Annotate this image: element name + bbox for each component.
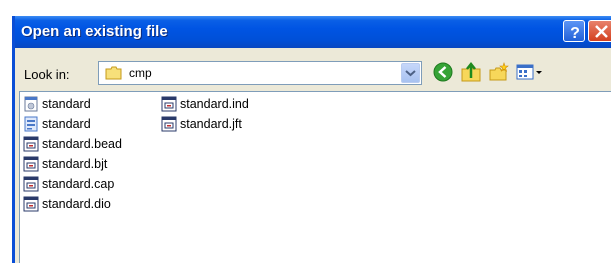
list-item[interactable]: standard <box>23 114 91 134</box>
file-list[interactable]: standard standard standard.bead standard… <box>19 91 611 263</box>
open-file-dialog: Open an existing file ? Look in: cmp sta… <box>12 16 611 263</box>
file-name: standard <box>42 97 91 111</box>
component-file-icon <box>23 136 39 152</box>
question-mark-icon: ? <box>570 25 580 42</box>
back-icon[interactable] <box>432 61 454 83</box>
file-name: standard.bead <box>42 137 122 151</box>
file-name: standard.dio <box>42 197 111 211</box>
file-name: standard.jft <box>180 117 242 131</box>
component-file-icon <box>161 96 177 112</box>
look-in-label: Look in: <box>24 67 70 82</box>
look-in-dropdown[interactable]: cmp <box>98 61 422 85</box>
views-menu-icon[interactable] <box>515 61 545 83</box>
folder-icon <box>105 66 122 80</box>
dropdown-arrow-button[interactable] <box>401 63 420 83</box>
list-item[interactable]: standard.bjt <box>23 154 107 174</box>
look-in-value: cmp <box>129 66 152 80</box>
up-folder-icon[interactable] <box>460 61 482 83</box>
chevron-down-icon <box>405 70 416 77</box>
component-file-icon <box>23 156 39 172</box>
file-name: standard <box>42 117 91 131</box>
new-folder-icon[interactable] <box>488 61 510 83</box>
title-bar[interactable]: Open an existing file ? <box>15 16 611 48</box>
file-name: standard.bjt <box>42 157 108 171</box>
component-file-icon <box>23 176 39 192</box>
list-item[interactable]: standard.dio <box>23 194 111 214</box>
reference-document-icon <box>24 116 38 132</box>
list-item[interactable]: standard <box>23 94 91 114</box>
close-button[interactable] <box>588 20 611 42</box>
help-button[interactable]: ? <box>563 20 585 42</box>
list-item[interactable]: standard.jft <box>161 114 242 134</box>
close-icon <box>595 25 608 38</box>
drawing-document-icon <box>24 96 38 112</box>
component-file-icon <box>23 196 39 212</box>
svg-text:?: ? <box>570 25 580 42</box>
file-name: standard.ind <box>180 97 249 111</box>
list-item[interactable]: standard.ind <box>161 94 249 114</box>
list-item[interactable]: standard.bead <box>23 134 122 154</box>
background-strip <box>0 0 611 16</box>
list-item[interactable]: standard.cap <box>23 174 114 194</box>
component-file-icon <box>161 116 177 132</box>
dialog-title: Open an existing file <box>21 23 168 40</box>
file-name: standard.cap <box>42 177 115 191</box>
